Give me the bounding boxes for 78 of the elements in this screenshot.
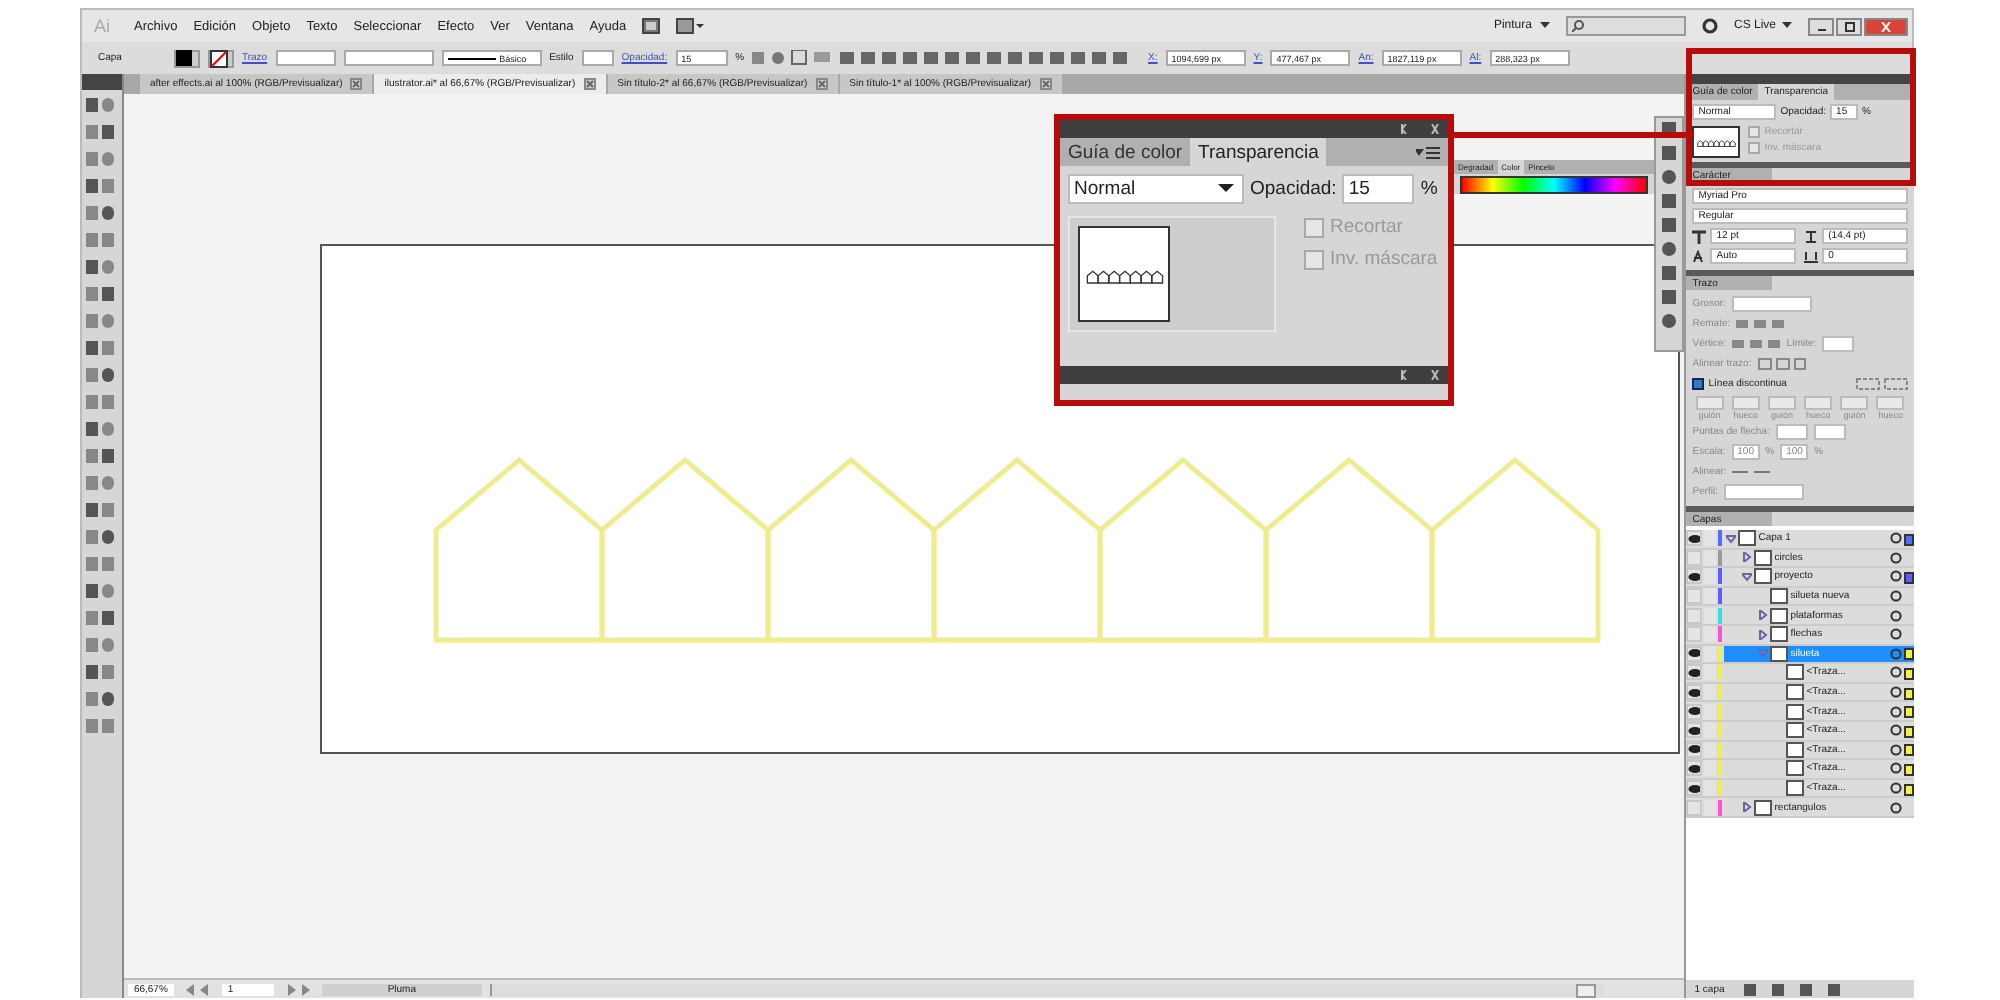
close-icon[interactable] [1039, 78, 1052, 90]
close-button[interactable] [1864, 17, 1908, 35]
horizontal-scrollbar[interactable] [489, 983, 1605, 995]
align-icons-drawing[interactable] [752, 50, 833, 66]
width-profile-dropdown[interactable] [343, 50, 434, 66]
dash-field[interactable] [1731, 396, 1760, 410]
opacity-label: Opacidad: [1250, 178, 1337, 200]
close-icon[interactable] [815, 78, 828, 90]
visibility-toggle[interactable] [1686, 703, 1703, 720]
dash-field[interactable] [1840, 396, 1869, 410]
panel-header-bar [82, 74, 122, 90]
mask-thumbnail [1078, 226, 1170, 322]
panel-controls-icon[interactable] [1400, 370, 1440, 380]
font-size-icon [1692, 229, 1707, 243]
visibility-toggle[interactable] [1686, 799, 1703, 816]
dash-field[interactable] [1876, 396, 1905, 410]
visibility-toggle[interactable] [1686, 722, 1703, 739]
disclosure-triangle-icon[interactable] [1742, 802, 1753, 813]
maximize-icon [1843, 21, 1855, 31]
visibility-toggle[interactable] [1686, 568, 1703, 585]
opacity-field[interactable]: 15 [1342, 174, 1415, 204]
layer-actions-icons-drawing[interactable] [1744, 983, 1845, 995]
dash-field[interactable] [1768, 396, 1797, 410]
visibility-toggle[interactable] [1686, 664, 1703, 681]
cs-live-icon [1701, 18, 1718, 34]
panel-controls-icon[interactable] [1400, 124, 1440, 134]
visibility-toggle[interactable] [1686, 684, 1703, 701]
corner-icons-drawing[interactable] [1732, 338, 1781, 350]
disclosure-triangle-icon[interactable] [1758, 629, 1769, 640]
color-spectrum[interactable] [1460, 176, 1648, 194]
search-icon [1571, 20, 1584, 32]
dash-field[interactable] [1695, 396, 1724, 410]
close-icon[interactable] [350, 78, 363, 90]
panel-tab[interactable]: Guía de color [1060, 138, 1191, 166]
close-icon [1880, 21, 1892, 31]
dash-field[interactable] [1804, 396, 1833, 410]
panel-tab[interactable]: Transparencia [1190, 138, 1327, 166]
tracking-icon [1804, 249, 1819, 263]
leading-icon [1804, 229, 1819, 243]
caret-icon [1539, 22, 1550, 30]
maximize-button[interactable] [1836, 17, 1862, 35]
disclosure-triangle-icon[interactable] [1742, 552, 1753, 563]
style-dropdown[interactable] [581, 50, 614, 66]
panel-menu-icon[interactable] [1416, 145, 1440, 159]
selection-indicator [1904, 533, 1914, 546]
arrow-align-icons-drawing[interactable] [1732, 466, 1773, 478]
layout-icon[interactable] [676, 18, 705, 34]
disclosure-triangle-icon[interactable] [1758, 610, 1769, 621]
close-icon[interactable] [583, 78, 596, 90]
fill-swatch[interactable] [173, 49, 200, 67]
visibility-toggle[interactable] [1686, 780, 1703, 797]
artboard-nav-icon[interactable] [181, 983, 214, 995]
visibility-toggle[interactable] [1686, 588, 1703, 605]
stroke-weight-field[interactable] [275, 50, 336, 66]
kerning-icon [1692, 249, 1707, 263]
search-field[interactable] [1565, 16, 1686, 36]
mask-thumbnail [1692, 126, 1741, 158]
cap-icons-drawing[interactable] [1736, 318, 1785, 330]
app-logo: Ai [94, 16, 111, 36]
visibility-toggle[interactable] [1686, 607, 1703, 624]
caret-icon [1218, 184, 1234, 194]
dash-style-icons-drawing[interactable] [1856, 378, 1908, 390]
panel-icons-drawing[interactable] [1660, 118, 1678, 334]
disclosure-triangle-icon[interactable] [1742, 571, 1753, 582]
selection-indicator [1904, 571, 1914, 584]
visibility-toggle[interactable] [1686, 760, 1703, 777]
disclosure-triangle-icon[interactable] [1726, 533, 1737, 544]
weight-field[interactable] [1731, 296, 1812, 312]
visibility-toggle[interactable] [1686, 530, 1703, 547]
blend-mode-dropdown[interactable]: Normal [1068, 174, 1244, 204]
limit-field[interactable] [1822, 336, 1855, 352]
align-stroke-icons-drawing[interactable] [1757, 358, 1806, 370]
minimize-button[interactable] [1808, 17, 1834, 35]
scroll-thumb[interactable] [1576, 983, 1597, 997]
visibility-toggle[interactable] [1686, 626, 1703, 643]
caret-icon [1782, 22, 1792, 30]
percent-label: % [1420, 178, 1438, 200]
stroke-swatch[interactable] [207, 49, 234, 67]
